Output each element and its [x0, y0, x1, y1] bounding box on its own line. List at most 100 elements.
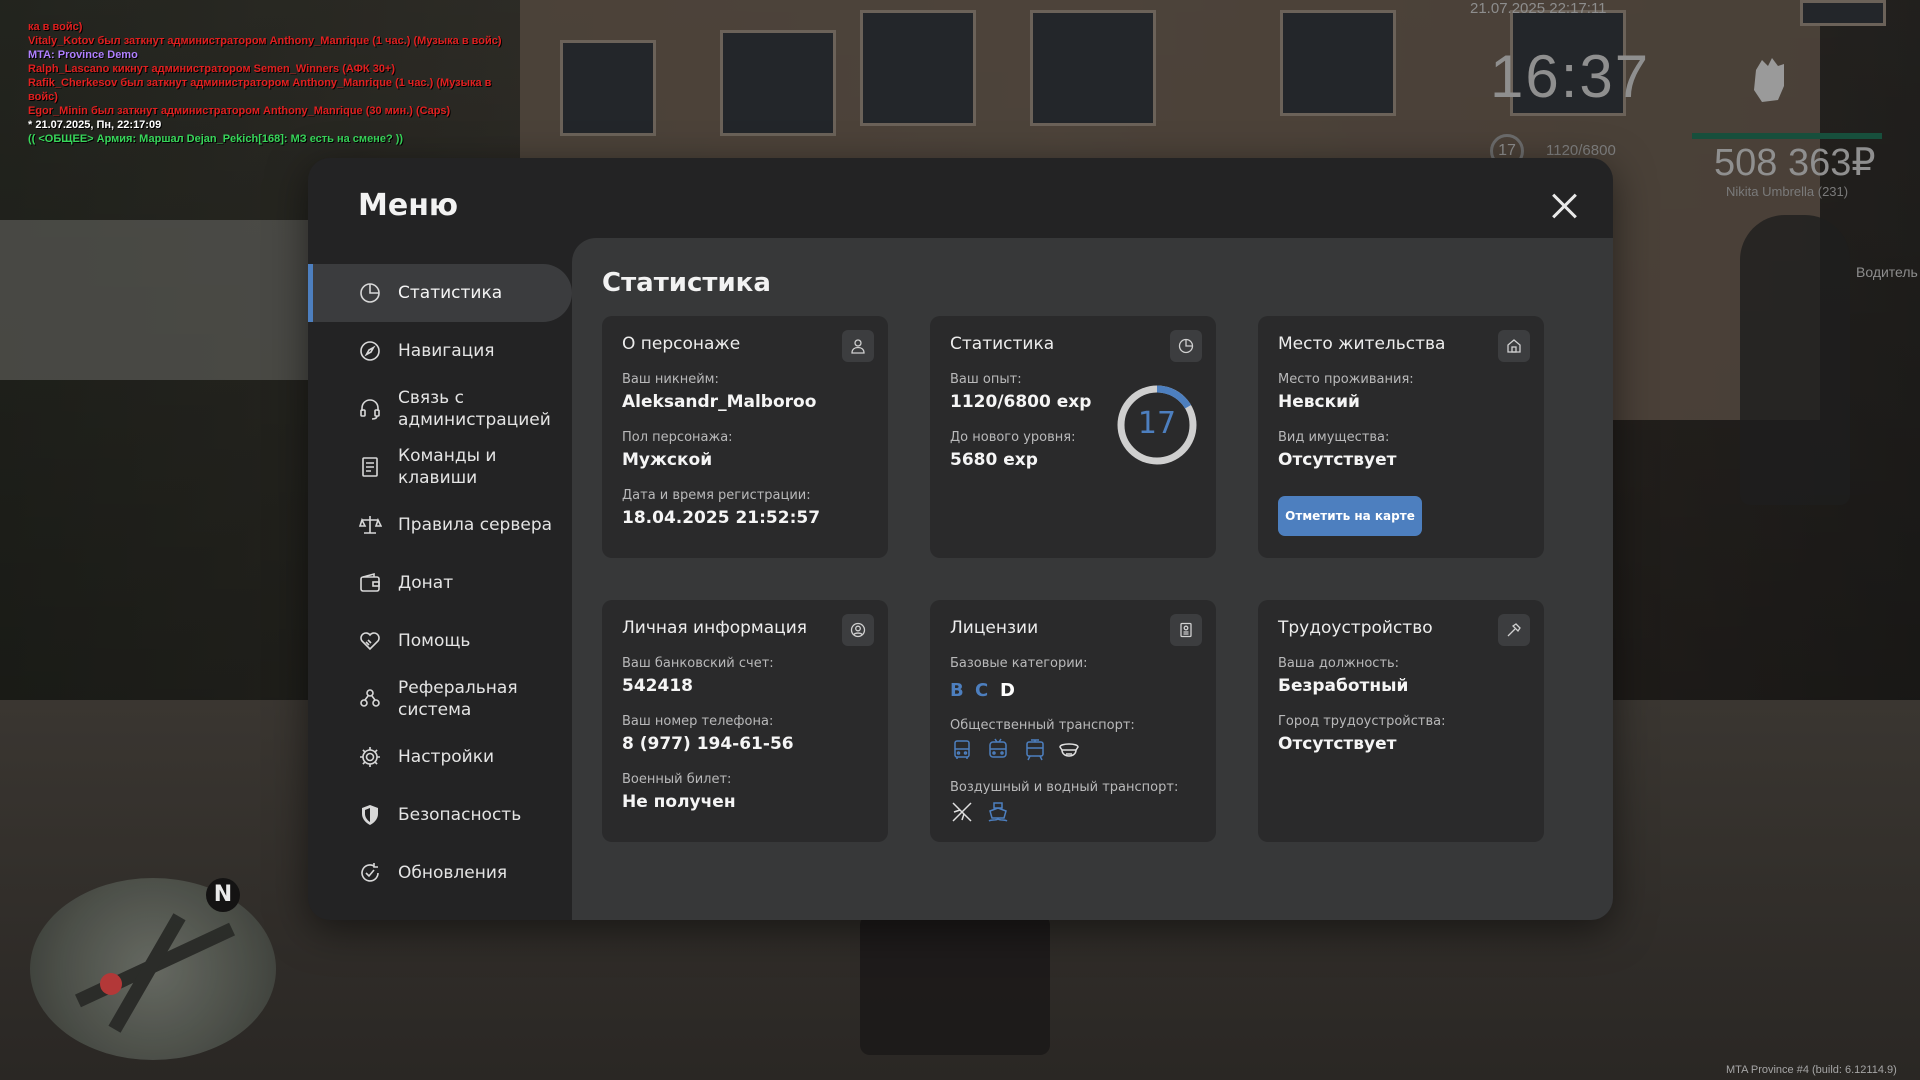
- sidebar-item-label: Донат: [398, 573, 454, 593]
- next-level-value: 5680 exp: [950, 450, 1038, 470]
- sidebar-item-updates[interactable]: Обновления: [308, 844, 572, 902]
- phone-value: 8 (977) 194-61-56: [622, 734, 794, 754]
- bank-label: Ваш банковский счет:: [622, 656, 774, 671]
- gear-icon: [360, 747, 380, 767]
- sidebar-item-donate[interactable]: Донат: [308, 554, 572, 612]
- compass-icon: [360, 341, 380, 361]
- driver-cap-icon: [1059, 743, 1079, 757]
- military-value: Не получен: [622, 792, 736, 812]
- card-character: О персонаже Ваш никнейм: Aleksandr_Malbo…: [602, 316, 888, 558]
- sidebar-item-statistics[interactable]: Статистика: [308, 264, 572, 322]
- minimap[interactable]: N: [30, 878, 276, 1060]
- sidebar-item-help[interactable]: Помощь: [308, 612, 572, 670]
- card-personal-info: Личная информация Ваш банковский счет: 5…: [602, 600, 888, 842]
- work-city-value: Отсутствует: [1278, 734, 1397, 754]
- background-window: [1280, 10, 1396, 116]
- position-label: Ваша должность:: [1278, 656, 1400, 671]
- air-water-transport-label: Воздушный и водный транспорт:: [950, 780, 1179, 795]
- close-icon[interactable]: [1546, 188, 1582, 224]
- hud-driver-label: Водитель: [1856, 264, 1918, 280]
- sidebar-item-label: Настройки: [398, 747, 495, 767]
- gender-value: Мужской: [622, 450, 713, 470]
- residence-value: Невский: [1278, 392, 1360, 412]
- pie-chart-icon: [360, 283, 380, 303]
- player-legs: [860, 915, 1050, 1055]
- user-icon: [842, 330, 874, 362]
- sidebar-item-label: Помощь: [398, 631, 471, 651]
- card-title: Личная информация: [622, 618, 808, 638]
- sidebar-item-settings[interactable]: Настройки: [308, 728, 572, 786]
- shield-icon: [362, 805, 378, 825]
- registration-label: Дата и время регистрации:: [622, 488, 811, 503]
- sidebar-item-commands[interactable]: Команды и клавиши: [308, 438, 572, 496]
- house-icon: [1498, 330, 1530, 362]
- menu-window: Меню Статистика Навигация Связь с админи…: [308, 158, 1613, 920]
- sidebar-item-admin-contact[interactable]: Связь с администрацией: [308, 380, 572, 438]
- background-window: [560, 40, 656, 136]
- sidebar-item-security[interactable]: Безопасность: [308, 786, 572, 844]
- gender-label: Пол персонажа:: [622, 430, 733, 445]
- background-character: [1740, 215, 1850, 505]
- sidebar-item-label: Безопасность: [398, 805, 522, 825]
- card-statistics: Статистика Ваш опыт: 1120/6800 exp До но…: [930, 316, 1216, 558]
- background-window: [1800, 0, 1886, 26]
- property-label: Вид имущества:: [1278, 430, 1390, 445]
- sidebar-item-rules[interactable]: Правила сервера: [308, 496, 572, 554]
- wallet-icon: [360, 572, 380, 592]
- sidebar-item-label: Статистика: [398, 283, 503, 303]
- menu-title: Меню: [358, 188, 459, 223]
- tram-icon: [1026, 739, 1044, 761]
- chat-line: (( <ОБЩЕЕ> Армия: Маршал Dejan_Pekich[16…: [28, 133, 404, 145]
- background-wall: [0, 220, 320, 380]
- chat-line: Ralph_Lascano кикнут администратором Sem…: [28, 63, 396, 75]
- chat-line: * 21.07.2025, Пн, 22:17:09: [28, 119, 162, 131]
- build-version: MTA Province #4 (build: 6.12114.9): [1726, 1064, 1897, 1076]
- card-title: Статистика: [950, 334, 1055, 354]
- sidebar-item-label: Обновления: [398, 863, 508, 883]
- airplane-icon: [952, 802, 972, 822]
- minimap-north-icon: N: [206, 878, 240, 912]
- pie-chart-icon: [1170, 330, 1202, 362]
- sidebar-item-navigation[interactable]: Навигация: [308, 322, 572, 380]
- hud-player-name: Nikita Umbrella (231): [1726, 184, 1849, 199]
- exp-value: 1120/6800 exp: [950, 392, 1092, 412]
- hud-health-bar: [1692, 133, 1882, 139]
- trolleybus-icon: [989, 738, 1007, 758]
- handshake-heart-icon: [360, 632, 380, 651]
- sidebar-item-label: Правила сервера: [398, 515, 553, 535]
- nickname-value: Aleksandr_Malboroo: [622, 392, 817, 412]
- chat-line: Vitaly_Kotov был заткнут администратором…: [28, 35, 502, 47]
- military-label: Военный билет:: [622, 772, 732, 787]
- public-transport-label: Общественный транспорт:: [950, 718, 1135, 733]
- level-number: 17: [1137, 406, 1177, 441]
- hud-date: 21.07.2025 22:17:11: [1470, 0, 1607, 17]
- sidebar-item-label: Команды и клавиши: [398, 446, 497, 488]
- chat-line: MTA: Province Demo: [28, 49, 138, 61]
- residence-label: Место проживания:: [1278, 372, 1414, 387]
- chat-log: ка в войс) Vitaly_Kotov был заткнут адми…: [28, 20, 508, 146]
- user-circle-icon: [842, 614, 874, 646]
- card-title: Место жительства: [1278, 334, 1446, 354]
- background-window: [1030, 10, 1156, 126]
- boat-icon: [988, 802, 1008, 822]
- license-category-b: B: [950, 680, 964, 701]
- position-value: Безработный: [1278, 676, 1409, 696]
- background-window: [860, 10, 976, 126]
- exp-label: Ваш опыт:: [950, 372, 1022, 387]
- hammer-icon: [1498, 614, 1530, 646]
- people-icon: [360, 689, 380, 707]
- document-list-icon: [362, 457, 378, 477]
- content-title: Статистика: [602, 268, 771, 298]
- chat-line: ка в войс): [28, 21, 83, 33]
- sidebar-item-referral[interactable]: Реферальная система: [308, 670, 572, 728]
- mark-on-map-button[interactable]: Отметить на карте: [1278, 496, 1422, 536]
- sidebar-item-label: Реферальная система: [398, 678, 518, 720]
- fist-weapon-icon: [1754, 58, 1784, 102]
- property-value: Отсутствует: [1278, 450, 1397, 470]
- card-title: Лицензии: [950, 618, 1039, 638]
- work-city-label: Город трудоустройства:: [1278, 714, 1446, 729]
- minimap-hospital-blip: [100, 973, 122, 995]
- sidebar-item-label: Связь с администрацией: [398, 388, 551, 430]
- license-category-d: D: [1000, 680, 1015, 701]
- bus-icon: [954, 740, 970, 759]
